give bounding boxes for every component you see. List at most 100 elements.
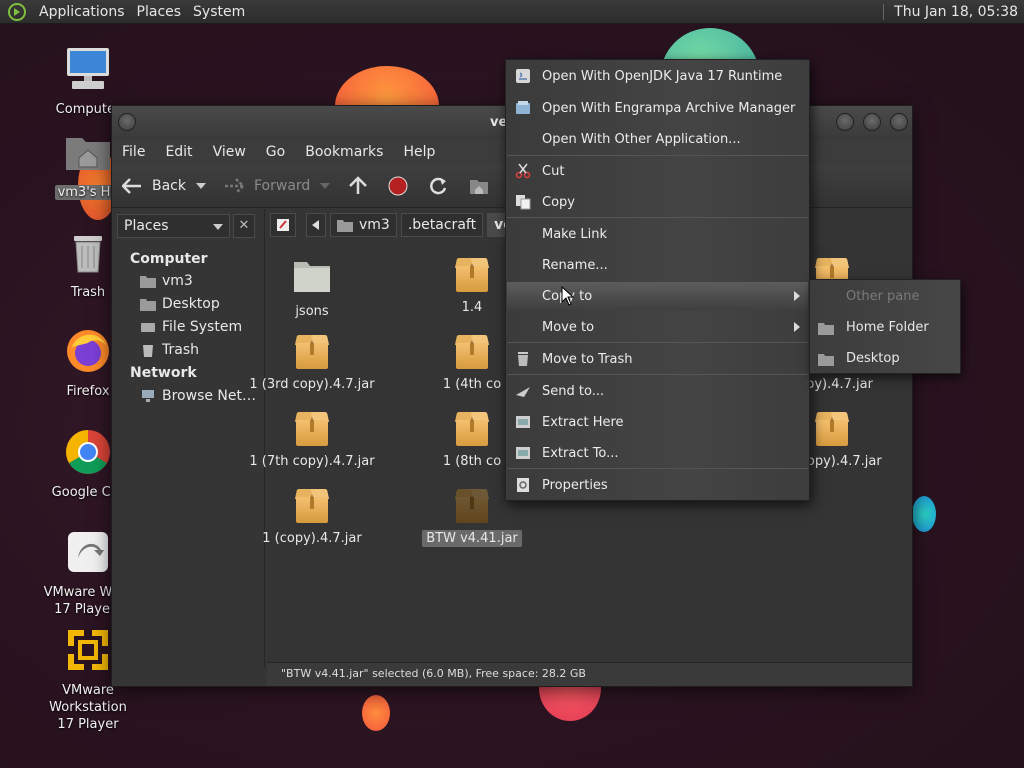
close-side-pane-button[interactable]: ✕ [233,214,255,238]
sidebar-item-trash[interactable]: Trash [140,342,199,358]
reload-icon [430,177,447,194]
menu-item-label: Send to... [542,383,605,399]
menu-item-label: Properties [542,477,608,493]
sidebar-item-file-system[interactable]: File System [140,319,242,335]
sidebar-heading-network: Network [130,365,197,381]
network-icon [142,390,154,402]
menu-file[interactable]: File [112,144,155,160]
file-item[interactable]: 1 (7th copy).4.7.jar [242,408,382,469]
close-button[interactable] [890,113,908,131]
path-button-betacraft[interactable]: .betacraft [400,213,484,237]
forward-history-dropdown[interactable] [315,182,335,190]
file-label: 1 (3rd copy).4.7.jar [249,377,375,392]
file-label: 1 (4th co [442,377,502,392]
menu-separator [507,342,808,343]
submenu-item-desktop[interactable]: Desktop [818,351,900,366]
firefox-icon [67,330,109,372]
forward-arrow-icon [225,177,244,194]
path-segment-label: .betacraft [407,217,477,233]
sidebar-item-label: vm3 [162,273,193,289]
context-menu: Open With OpenJDK Java 17 Runtime Open W… [505,59,810,501]
jar-package-icon [291,485,333,527]
menu-item-label: Move to Trash [542,351,633,367]
home-icon [470,179,489,194]
mate-logo-icon[interactable] [7,2,27,22]
menu-item-open-with-java[interactable]: Open With OpenJDK Java 17 Runtime [507,62,808,90]
menu-item-move-to-trash[interactable]: Move to Trash [507,345,808,373]
chevron-right-icon [794,291,800,301]
submenu-item-label: Other pane [846,289,920,304]
file-label: 1 (copy).4.7.jar [262,531,362,546]
computer-icon [67,48,109,89]
toggle-location-entry-button[interactable] [270,213,296,237]
file-item-jsons[interactable]: jsons [242,254,382,319]
path-scroll-left-button[interactable] [306,213,326,237]
trash-icon [74,236,102,273]
menu-item-extract-here[interactable]: Extract Here [507,408,808,436]
menu-item-copy[interactable]: Copy [507,188,808,216]
places-menu[interactable]: Places [131,4,188,20]
menu-item-label: Copy [542,194,575,210]
menu-item-make-link[interactable]: Make Link [507,220,808,248]
menu-edit[interactable]: Edit [155,144,202,160]
window-menu-button[interactable] [118,113,136,131]
menu-item-rename[interactable]: Rename... [507,251,808,279]
desktop-icon-label: VMware Workstation 17 Player [49,683,127,732]
home-folder-icon [337,219,353,232]
file-label: jsons [295,304,329,319]
copy-icon [516,195,531,210]
menu-item-extract-to[interactable]: Extract To... [507,439,808,467]
home-folder-icon [140,276,156,288]
minimize-button[interactable] [836,113,854,131]
system-menu[interactable]: System [187,4,251,20]
reload-button[interactable] [423,176,453,196]
chevron-right-icon [794,322,800,332]
menu-separator [507,155,808,156]
forward-label: Forward [254,177,311,194]
vmware-launcher-icon [68,532,108,572]
jar-package-icon [291,408,333,450]
menu-item-label: Make Link [542,226,607,242]
menu-item-send-to[interactable]: Send to... [507,377,808,405]
path-button-vm3[interactable]: vm3 [330,213,397,237]
sidebar-item-label: Trash [162,342,199,358]
menu-view[interactable]: View [203,144,256,160]
path-segment-label: vm3 [359,217,390,233]
chrome-icon [66,430,110,474]
menu-separator [507,468,808,469]
home-button[interactable] [463,176,495,196]
up-button[interactable] [343,175,373,196]
trash-icon [143,345,153,357]
maximize-button[interactable] [863,113,881,131]
clock[interactable]: Thu Jan 18, 05:38 [894,4,1024,20]
sidebar-item-desktop[interactable]: Desktop [140,296,220,312]
wallpaper-blob [362,695,390,731]
menu-go[interactable]: Go [256,144,295,160]
menu-help[interactable]: Help [393,144,445,160]
menu-item-copy-to[interactable]: Copy to [507,282,808,310]
back-button[interactable]: Back [112,178,191,194]
jar-package-icon [451,331,493,373]
menu-item-label: Open With Other Application... [542,131,741,147]
menu-item-open-with-engrampa[interactable]: Open With Engrampa Archive Manager [507,94,808,122]
applications-menu[interactable]: Applications [33,4,131,20]
menu-item-cut[interactable]: Cut [507,157,808,185]
menu-item-properties[interactable]: Properties [507,471,808,499]
menu-item-label: Cut [542,163,565,179]
file-item[interactable]: 1 (3rd copy).4.7.jar [242,331,382,392]
vmware-workstation-icon [68,630,108,670]
menu-bookmarks[interactable]: Bookmarks [295,144,393,160]
back-history-dropdown[interactable] [191,182,211,190]
forward-button[interactable]: Forward [219,178,315,194]
stop-button[interactable] [383,176,413,196]
side-pane-selector[interactable]: Places [117,214,230,238]
trash-icon [518,352,528,366]
sidebar-heading-computer: Computer [130,251,208,267]
file-item[interactable]: 1 (copy).4.7.jar [242,485,382,546]
menu-item-open-with-other[interactable]: Open With Other Application... [507,125,808,153]
sidebar-item-browse-network[interactable]: Browse Net… [140,388,256,404]
submenu-item-home-folder[interactable]: Home Folder [818,320,929,335]
menu-item-move-to[interactable]: Move to [507,313,808,341]
sidebar-item-vm3[interactable]: vm3 [140,273,193,289]
status-bar: "BTW v4.41.jar" selected (6.0 MB), Free … [267,662,912,686]
